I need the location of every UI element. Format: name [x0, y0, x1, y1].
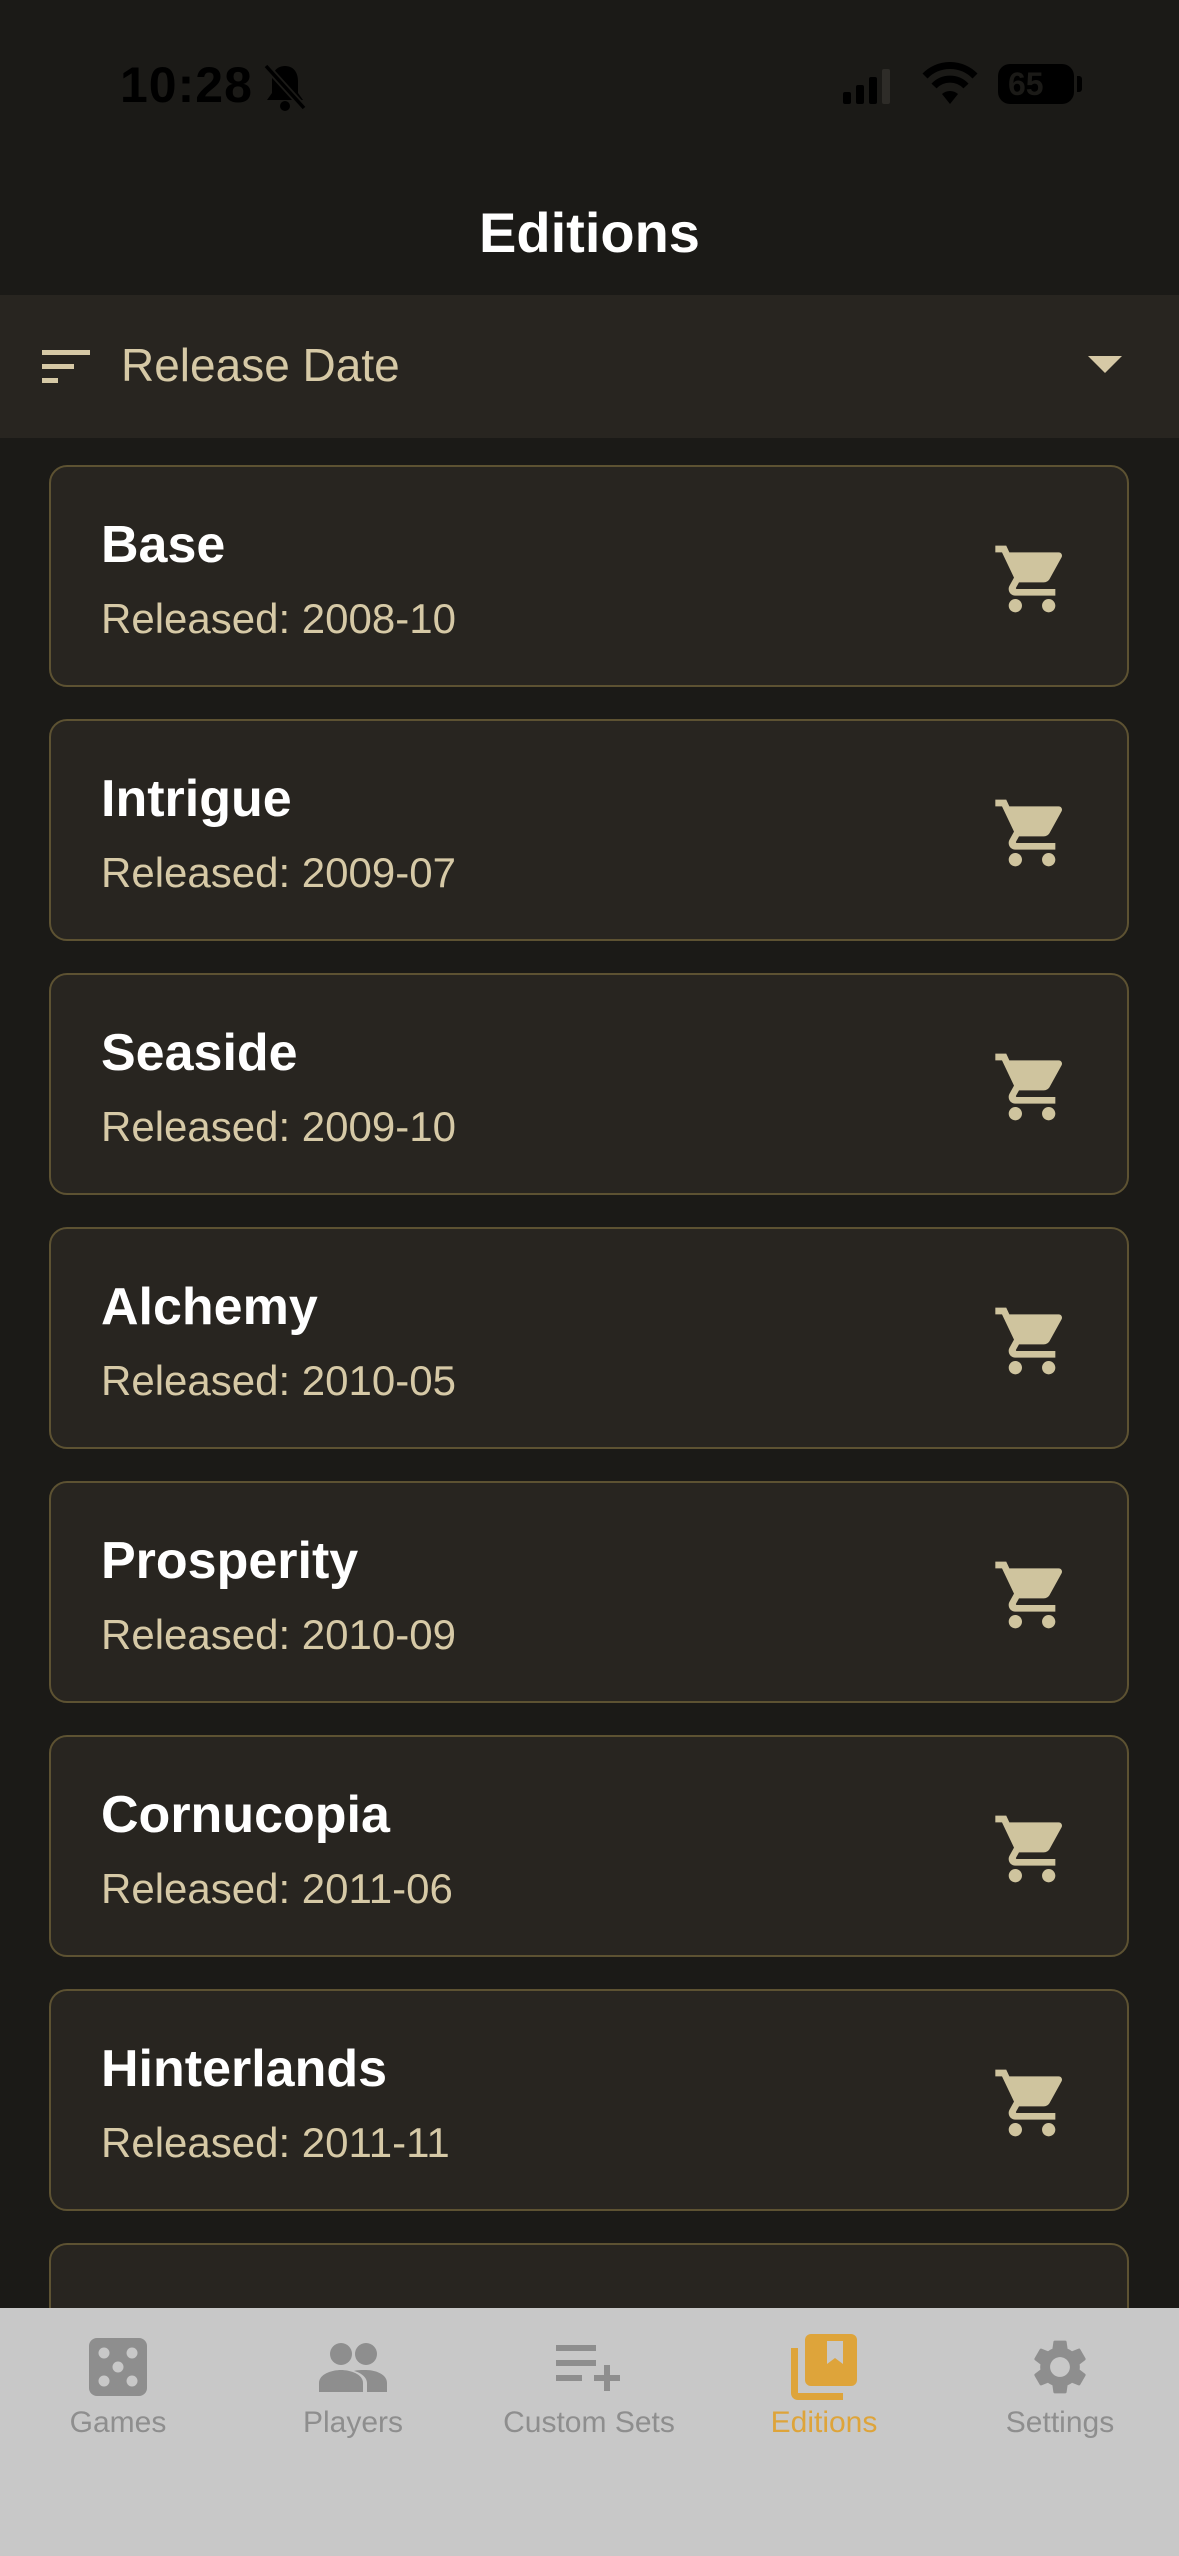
shopping-cart-icon[interactable] — [992, 1809, 1072, 1889]
edition-card-cornucopia[interactable]: Cornucopia Released: 2011-06 — [49, 1735, 1129, 1957]
edition-name: Hinterlands — [101, 2040, 388, 2098]
battery-indicator: 65 — [998, 64, 1074, 104]
shopping-cart-icon[interactable] — [992, 1555, 1072, 1635]
edition-release-date: Released: 2009-07 — [101, 849, 456, 896]
edition-card-hinterlands[interactable]: Hinterlands Released: 2011-11 — [49, 1989, 1129, 2211]
tab-label: Games — [69, 2406, 167, 2439]
battery-tip — [1077, 76, 1082, 92]
edition-release-date: Released: 2011-06 — [101, 1865, 453, 1912]
edition-card-alchemy[interactable]: Alchemy Released: 2010-05 — [49, 1227, 1129, 1449]
tab-players[interactable]: Players — [235, 2308, 471, 2448]
edition-card-seaside[interactable]: Seaside Released: 2009-10 — [49, 973, 1129, 1195]
edition-release-date: Released: 2008-10 — [101, 595, 456, 642]
shopping-cart-icon[interactable] — [992, 793, 1072, 873]
edition-release-date: Released: 2011-11 — [101, 2119, 450, 2166]
edition-release-date: Released: 2010-09 — [101, 1611, 456, 1658]
tab-settings[interactable]: Settings — [942, 2308, 1178, 2448]
edition-card-prosperity[interactable]: Prosperity Released: 2010-09 — [49, 1481, 1129, 1703]
edition-card-partial[interactable] — [49, 2243, 1129, 2308]
shopping-cart-icon[interactable] — [992, 539, 1072, 619]
edition-name: Alchemy — [101, 1278, 318, 1336]
tab-label: Editions — [770, 2406, 878, 2439]
tab-label: Players — [302, 2406, 404, 2439]
shopping-cart-icon[interactable] — [992, 1301, 1072, 1381]
chevron-down-icon[interactable] — [1088, 356, 1122, 373]
edition-release-date: Released: 2010-05 — [101, 1357, 456, 1404]
shopping-cart-icon[interactable] — [992, 1047, 1072, 1127]
gear-icon — [1034, 2340, 1086, 2394]
status-time: 10:28 — [120, 57, 253, 113]
tab-label: Settings — [1005, 2406, 1115, 2439]
tab-custom-sets[interactable]: Custom Sets — [471, 2308, 707, 2448]
edition-name: Prosperity — [101, 1532, 359, 1590]
edition-name: Cornucopia — [101, 1786, 390, 1844]
edition-release-date: Released: 2009-10 — [101, 1103, 456, 1150]
edition-name: Intrigue — [101, 770, 292, 828]
edition-card-base[interactable]: Base Released: 2008-10 — [49, 465, 1129, 687]
tab-games[interactable]: Games — [0, 2308, 236, 2448]
status-bar: 10:28 65 — [0, 0, 1179, 180]
tab-label: Custom Sets — [503, 2406, 675, 2439]
tab-editions[interactable]: Editions — [706, 2308, 942, 2448]
bell-slash-icon — [263, 63, 307, 111]
library-books-icon — [791, 2334, 857, 2400]
edition-name: Seaside — [101, 1024, 298, 1082]
people-icon — [319, 2343, 387, 2392]
shopping-cart-icon[interactable] — [992, 2063, 1072, 2143]
cellular-signal-icon — [843, 69, 890, 104]
dice-icon — [89, 2338, 147, 2396]
sort-label[interactable]: Release Date — [121, 338, 400, 392]
editions-list[interactable]: Base Released: 2008-10 Intrigue Released… — [0, 438, 1179, 2308]
sort-icon — [42, 350, 90, 383]
edition-name: Base — [101, 516, 226, 574]
playlist-add-icon — [556, 2345, 620, 2391]
battery-level: 65 — [1008, 66, 1044, 102]
page-title: Editions — [479, 201, 700, 264]
wifi-icon — [922, 62, 978, 104]
edition-card-intrigue[interactable]: Intrigue Released: 2009-07 — [49, 719, 1129, 941]
